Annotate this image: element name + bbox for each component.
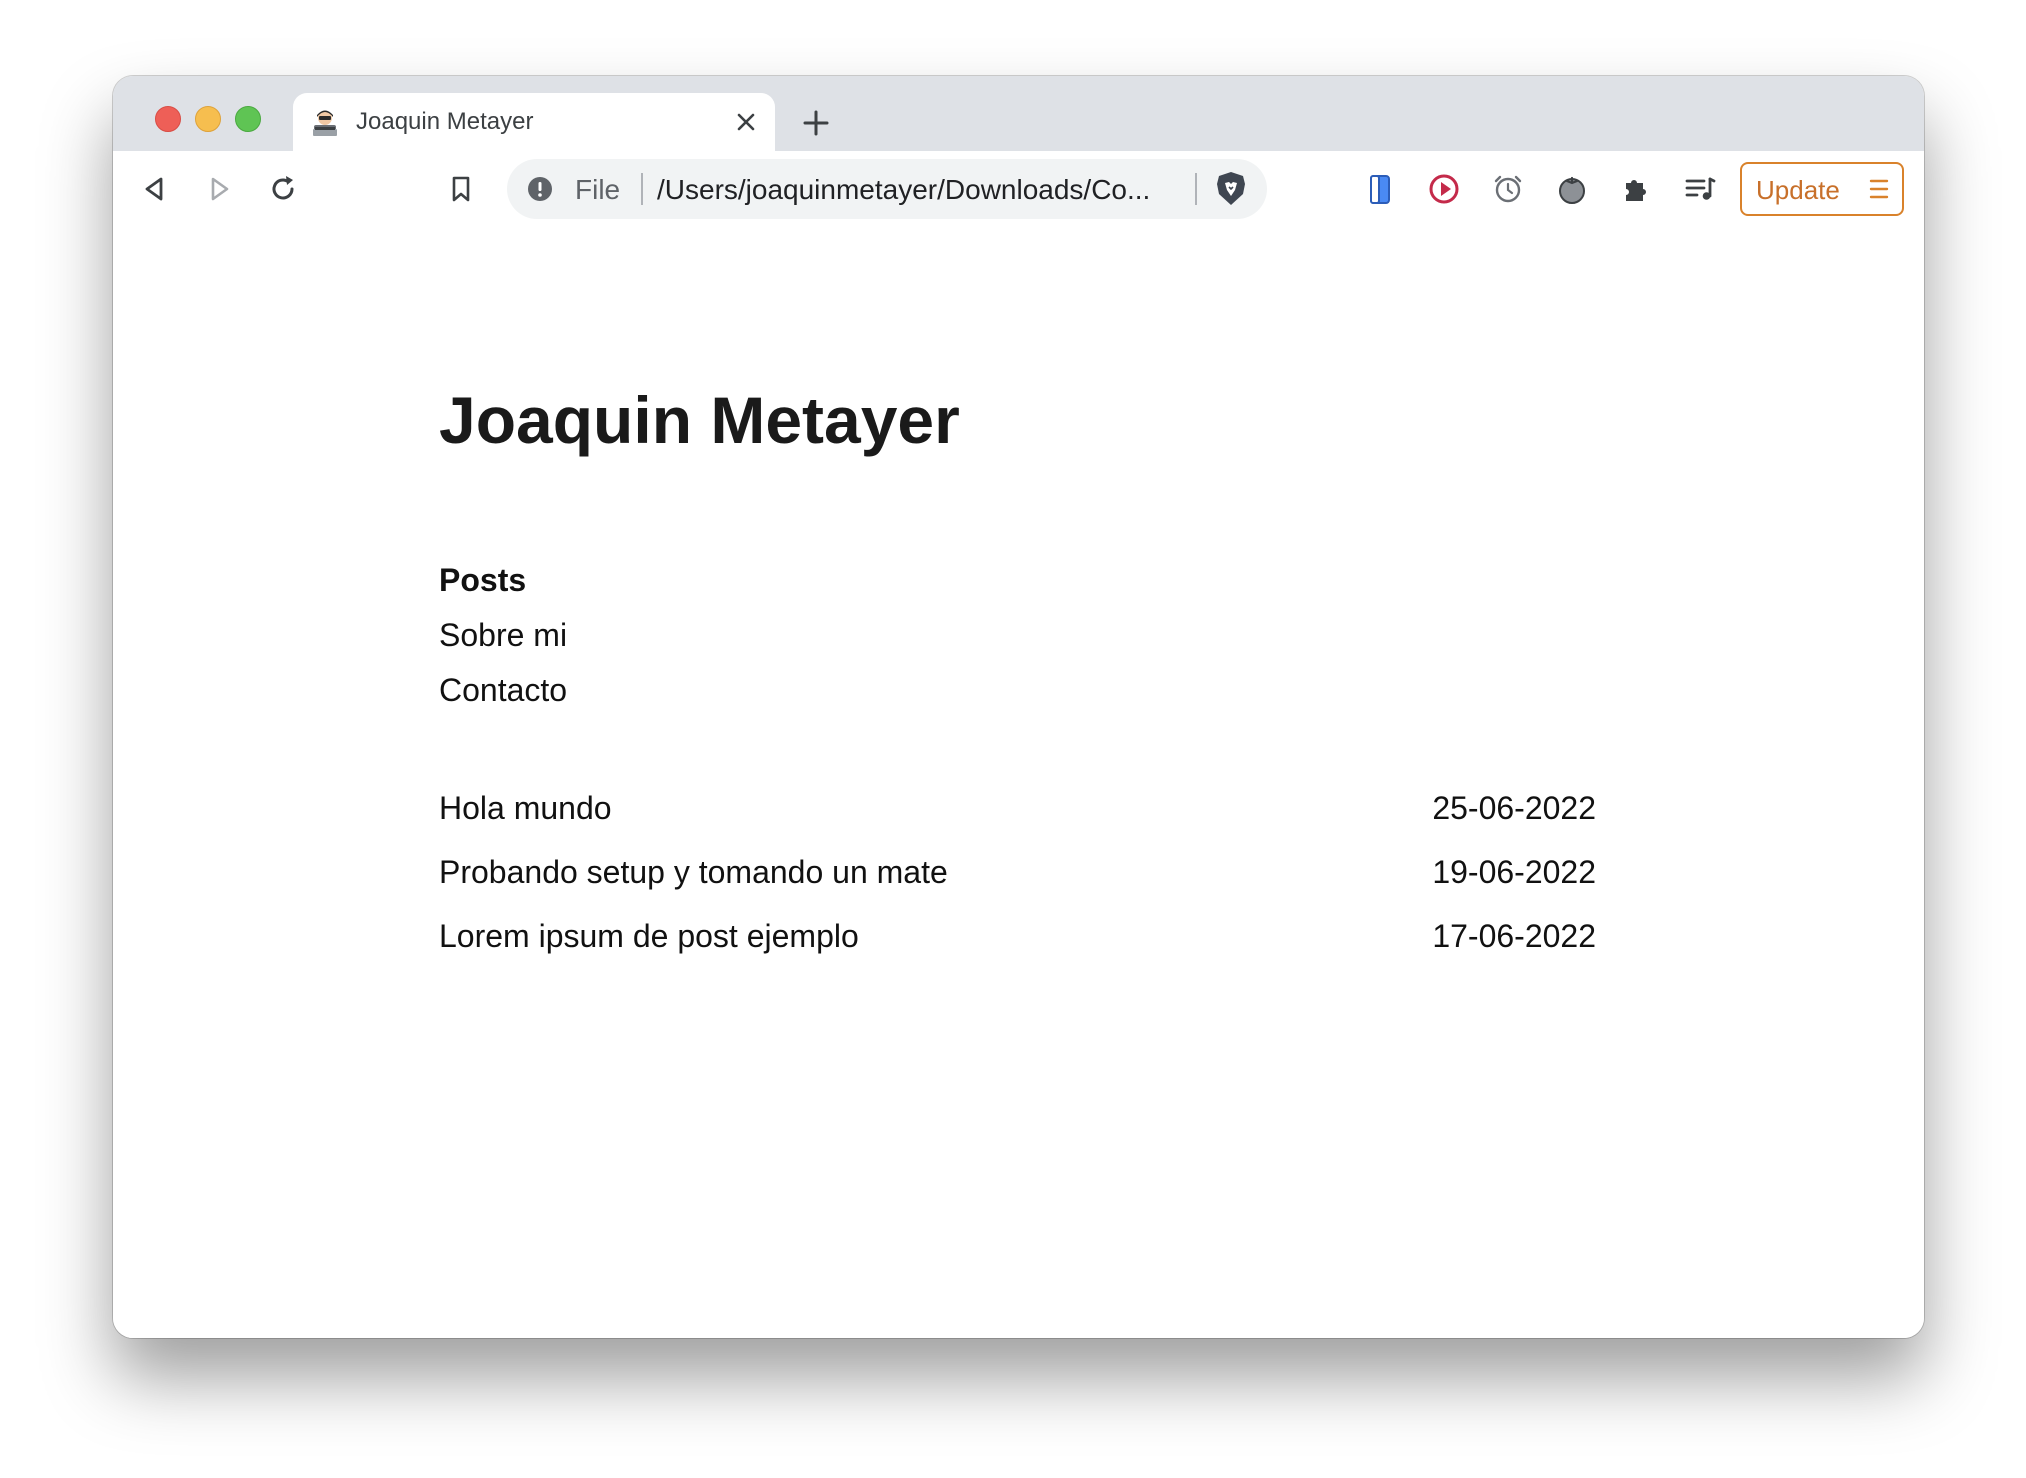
browser-window: Joaquin Metayer File /Users/joaquinmetay… [113, 76, 1924, 1338]
post-date: 19-06-2022 [1432, 854, 1596, 890]
alarm-extension-icon[interactable] [1490, 171, 1526, 207]
post-row: Lorem ipsum de post ejemplo 17-06-2022 [439, 918, 1596, 962]
post-title-link[interactable]: Hola mundo [439, 790, 612, 827]
extensions-puzzle-icon[interactable] [1618, 171, 1654, 207]
page-content: Joaquin Metayer Posts Sobre mi Contacto … [113, 227, 1924, 1338]
play-extension-icon[interactable] [1426, 171, 1462, 207]
update-button-label: Update [1756, 175, 1840, 205]
close-tab-icon[interactable] [734, 110, 758, 134]
url-scheme-label: File [575, 174, 621, 205]
nav-link-contacto[interactable]: Contacto [439, 672, 567, 709]
bookmark-icon[interactable] [443, 171, 479, 207]
url-divider [1195, 173, 1197, 205]
menu-icon [1869, 179, 1889, 199]
hacker-emoji-icon [313, 110, 337, 136]
close-window-button[interactable] [155, 106, 181, 132]
tab-title: Joaquin Metayer [356, 108, 534, 135]
media-queue-icon[interactable] [1682, 171, 1718, 207]
tab-strip: Joaquin Metayer [113, 76, 1924, 151]
url-divider [641, 173, 643, 205]
tab-active[interactable]: Joaquin Metayer [293, 93, 775, 151]
post-title-link[interactable]: Probando setup y tomando un mate [439, 854, 948, 891]
minimize-window-button[interactable] [195, 106, 221, 132]
brave-shield-icon[interactable] [1213, 170, 1249, 208]
post-title-link[interactable]: Lorem ipsum de post ejemplo [439, 918, 859, 955]
update-button[interactable]: Update [1740, 162, 1904, 216]
address-bar[interactable]: File /Users/joaquinmetayer/Downloads/Co.… [507, 159, 1267, 219]
site-title: Joaquin Metayer [439, 383, 960, 457]
post-row: Hola mundo 25-06-2022 [439, 790, 1596, 834]
tomato-extension-icon[interactable] [1554, 171, 1590, 207]
post-date: 25-06-2022 [1432, 790, 1596, 826]
forward-icon[interactable] [201, 171, 237, 207]
phone-extension-icon[interactable] [1362, 171, 1398, 207]
browser-toolbar: File /Users/joaquinmetayer/Downloads/Co.… [113, 151, 1924, 228]
new-tab-icon[interactable] [801, 108, 831, 138]
back-icon[interactable] [137, 171, 173, 207]
info-icon[interactable] [527, 176, 553, 202]
nav-link-sobre-mi[interactable]: Sobre mi [439, 617, 567, 654]
post-row: Probando setup y tomando un mate 19-06-2… [439, 854, 1596, 898]
fullscreen-window-button[interactable] [235, 106, 261, 132]
post-date: 17-06-2022 [1432, 918, 1596, 954]
url-text[interactable]: /Users/joaquinmetayer/Downloads/Co... [657, 174, 1177, 206]
reload-icon[interactable] [265, 171, 301, 207]
nav-link-posts[interactable]: Posts [439, 562, 526, 599]
